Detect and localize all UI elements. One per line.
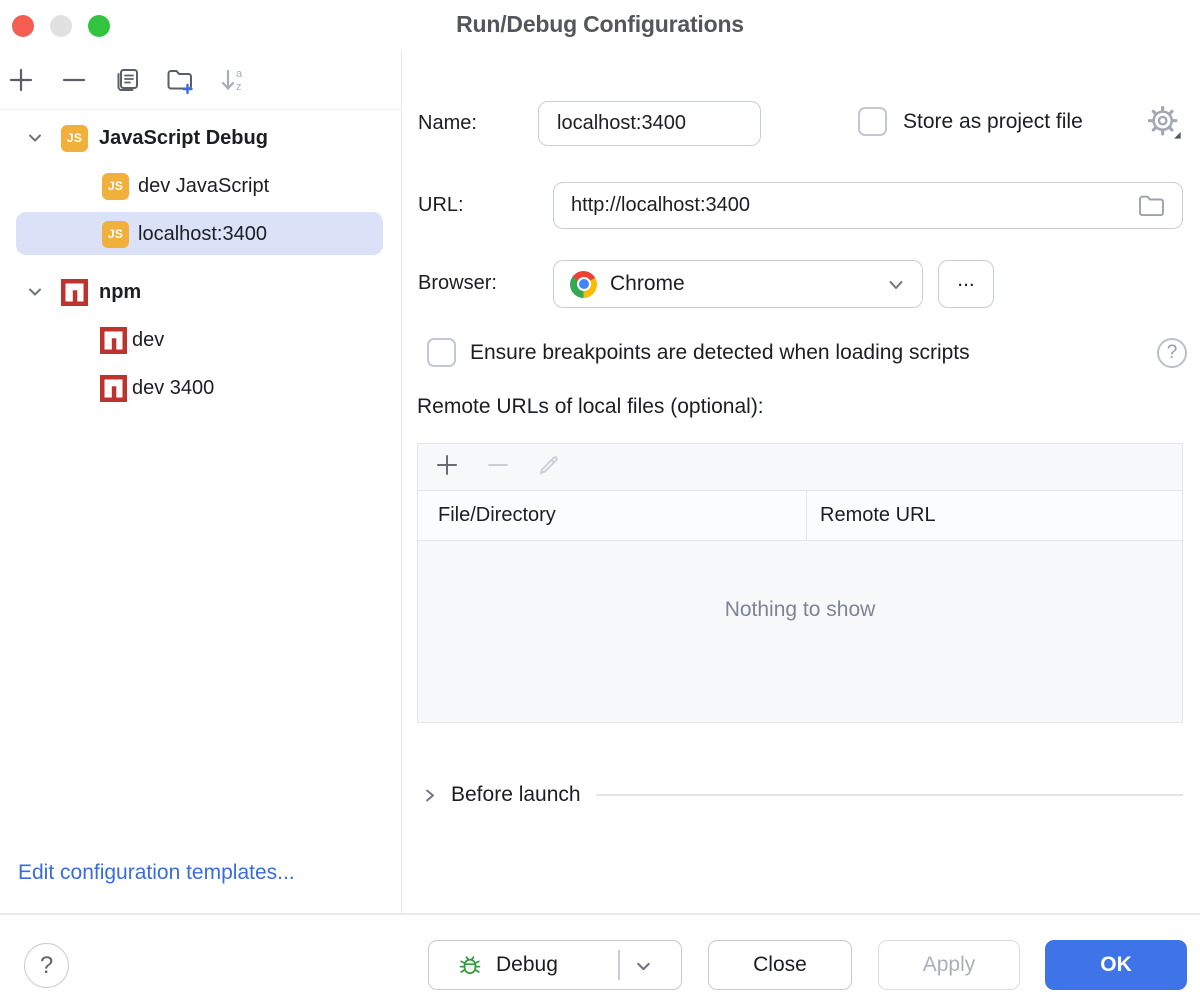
name-input[interactable] <box>538 101 761 146</box>
tree-item-localhost-3400[interactable]: JS localhost:3400 <box>0 210 401 258</box>
tree-item-dev-3400[interactable]: dev 3400 <box>0 364 401 412</box>
before-launch-label: Before launch <box>451 783 581 807</box>
ensure-breakpoints-checkbox[interactable] <box>427 338 456 367</box>
browse-folder-icon[interactable] <box>1138 194 1165 218</box>
browser-selected-value: Chrome <box>610 272 685 296</box>
tree-item-dev-javascript[interactable]: JS dev JavaScript <box>0 162 401 210</box>
edit-configuration-templates-link[interactable]: Edit configuration templates... <box>18 861 295 885</box>
chevron-down-icon[interactable] <box>26 129 44 147</box>
store-settings-gear-icon[interactable] <box>1146 104 1182 140</box>
chrome-browser-icon <box>570 271 597 298</box>
url-input[interactable] <box>553 182 1183 229</box>
tree-item-label: JavaScript Debug <box>99 127 268 150</box>
tree-item-label: dev JavaScript <box>138 175 269 198</box>
remote-urls-label: Remote URLs of local files (optional): <box>417 395 764 419</box>
dialog-title: Run/Debug Configurations <box>0 11 1200 38</box>
column-header-remote-url[interactable]: Remote URL <box>806 491 1182 540</box>
chevron-down-icon[interactable] <box>633 956 654 977</box>
column-header-file-directory[interactable]: File/Directory <box>418 491 806 540</box>
configurations-sidebar: az JS JavaScript Debug JS dev JavaScript… <box>0 50 402 913</box>
tree-group-javascript-debug[interactable]: JS JavaScript Debug <box>0 114 401 162</box>
before-launch-section[interactable]: Before launch <box>421 780 1183 810</box>
add-row-icon[interactable] <box>434 452 460 483</box>
copy-configuration-icon[interactable] <box>111 64 143 96</box>
store-as-project-file-checkbox[interactable] <box>858 107 887 136</box>
tree-item-label: localhost:3400 <box>138 223 267 246</box>
chevron-down-icon <box>886 275 906 295</box>
npm-config-icon <box>100 375 127 402</box>
new-folder-icon[interactable] <box>164 64 196 96</box>
remote-urls-table-header: File/Directory Remote URL <box>418 491 1182 541</box>
configurations-tree: JS JavaScript Debug JS dev JavaScript JS… <box>0 110 401 412</box>
debug-bug-icon <box>456 951 484 979</box>
browser-select[interactable]: Chrome <box>553 260 923 308</box>
store-as-project-file-label: Store as project file <box>903 110 1083 134</box>
remove-configuration-icon[interactable] <box>58 64 90 96</box>
sort-configurations-icon[interactable]: az <box>217 64 249 96</box>
browser-more-button[interactable]: ... <box>938 260 994 308</box>
name-label: Name: <box>418 112 477 135</box>
sidebar-toolbar: az <box>0 50 401 110</box>
javascript-config-icon: JS <box>102 221 129 248</box>
remote-urls-toolbar <box>418 444 1182 491</box>
npm-config-icon <box>61 279 88 306</box>
ensure-breakpoints-label: Ensure breakpoints are detected when loa… <box>470 341 970 365</box>
remote-urls-empty-state: Nothing to show <box>418 541 1182 720</box>
help-button[interactable]: ? <box>24 943 69 988</box>
javascript-config-icon: JS <box>102 173 129 200</box>
breakpoints-help-icon[interactable]: ? <box>1157 338 1187 368</box>
debug-button-label: Debug <box>496 953 558 977</box>
add-configuration-icon[interactable] <box>5 64 37 96</box>
close-button[interactable]: Close <box>708 940 852 990</box>
apply-button[interactable]: Apply <box>878 940 1020 990</box>
tree-item-label: dev 3400 <box>132 377 214 400</box>
remove-row-icon[interactable] <box>485 452 511 483</box>
svg-text:z: z <box>236 81 242 93</box>
chevron-down-icon[interactable] <box>26 283 44 301</box>
tree-group-npm[interactable]: npm <box>0 268 401 316</box>
chevron-right-icon[interactable] <box>421 787 438 804</box>
tree-item-label: dev <box>132 329 164 352</box>
run-debug-configurations-dialog: Run/Debug Configurations az JS <box>0 0 1200 1000</box>
debug-button[interactable]: Debug <box>428 940 682 990</box>
split-button-divider <box>618 950 620 980</box>
tree-item-dev[interactable]: dev <box>0 316 401 364</box>
browser-label: Browser: <box>418 272 497 295</box>
svg-text:a: a <box>236 68 243 80</box>
edit-row-icon[interactable] <box>536 452 562 483</box>
npm-config-icon <box>100 327 127 354</box>
ok-button[interactable]: OK <box>1045 940 1187 990</box>
url-label: URL: <box>418 194 464 217</box>
javascript-config-icon: JS <box>61 125 88 152</box>
remote-urls-table: File/Directory Remote URL Nothing to sho… <box>417 443 1183 723</box>
section-divider <box>596 794 1183 796</box>
footer-divider <box>0 913 1200 915</box>
tree-item-label: npm <box>99 281 141 304</box>
